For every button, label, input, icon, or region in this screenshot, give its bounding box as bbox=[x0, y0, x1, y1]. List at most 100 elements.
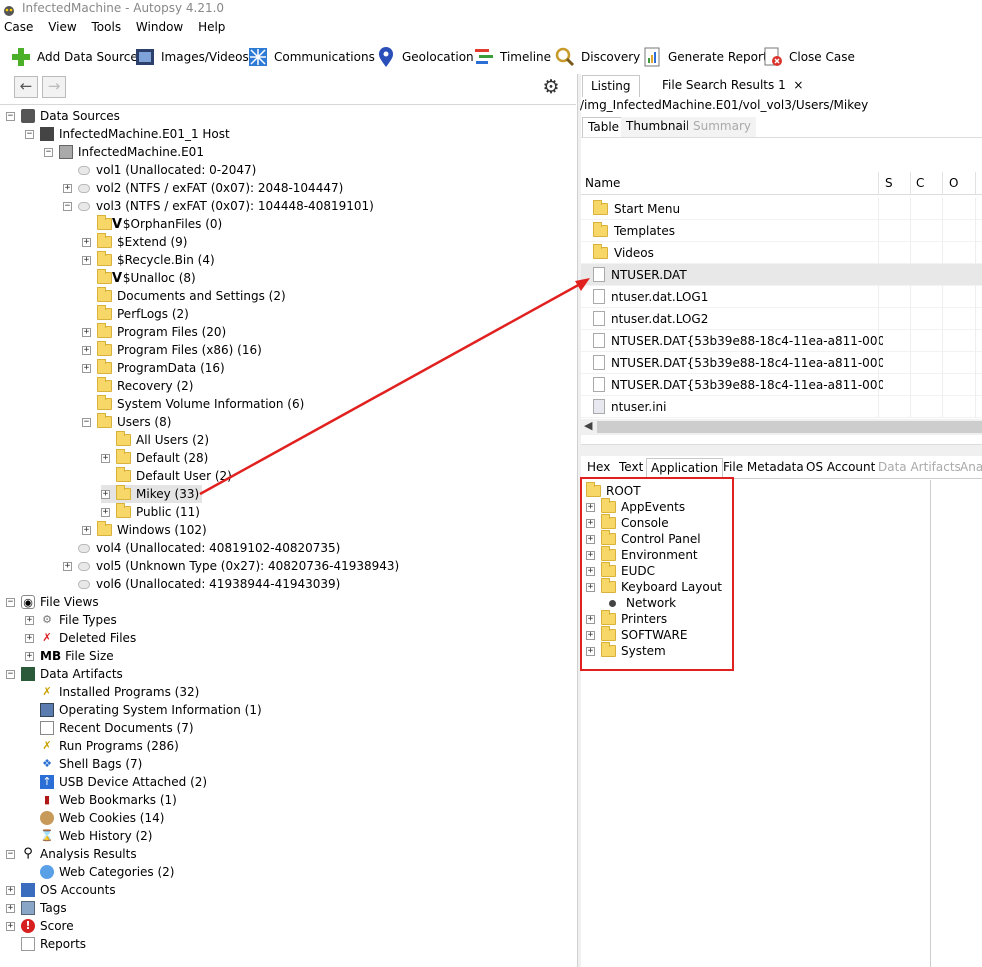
tree-vol6[interactable]: vol6 (Unallocated: 41938944-41943039) bbox=[63, 575, 340, 593]
table-row[interactable]: NTUSER.DAT{53b39e88-18c4-11ea-a811-000d3… bbox=[581, 374, 982, 396]
tree-file-views[interactable]: − ◉ File Views bbox=[6, 593, 99, 611]
tree-os-information[interactable]: Operating System Information (1) bbox=[25, 701, 262, 719]
expand-icon[interactable]: + bbox=[82, 345, 91, 355]
expand-icon[interactable]: + bbox=[6, 921, 15, 931]
expand-icon[interactable]: + bbox=[82, 363, 91, 373]
tree-recent-documents[interactable]: Recent Documents (7) bbox=[25, 719, 194, 737]
forward-arrow-icon[interactable]: → bbox=[42, 76, 66, 98]
tab-summary[interactable]: Summary bbox=[688, 117, 756, 137]
communications-button[interactable]: Communications bbox=[247, 44, 375, 70]
close-icon[interactable]: × bbox=[793, 78, 803, 92]
expand-icon[interactable]: + bbox=[25, 651, 34, 661]
collapse-icon[interactable]: − bbox=[6, 669, 15, 679]
tree-mikey[interactable]: + Mikey (33) bbox=[101, 485, 203, 503]
menu-help[interactable]: Help bbox=[198, 20, 225, 34]
expand-icon[interactable]: + bbox=[25, 633, 34, 643]
tab-data-artifacts[interactable]: Data Artifacts bbox=[874, 458, 965, 478]
table-row[interactable]: NTUSER.DAT{53b39e88-18c4-11ea-a811-000d3… bbox=[581, 352, 982, 374]
expand-icon[interactable]: + bbox=[82, 237, 91, 247]
expand-icon[interactable]: + bbox=[25, 615, 34, 625]
tree-image[interactable]: − InfectedMachine.E01 bbox=[44, 143, 204, 161]
collapse-icon[interactable]: − bbox=[6, 597, 15, 607]
collapse-icon[interactable]: − bbox=[63, 201, 72, 211]
tree-default-user[interactable]: Default User (2) bbox=[101, 467, 232, 485]
expand-icon[interactable]: + bbox=[101, 453, 110, 463]
tree-recovery[interactable]: Recovery (2) bbox=[82, 377, 193, 395]
geolocation-button[interactable]: Geolocation bbox=[375, 44, 474, 70]
tree-file-types[interactable]: + ⚙ File Types bbox=[25, 611, 117, 629]
column-s[interactable]: S bbox=[885, 176, 893, 190]
table-row[interactable]: Videos bbox=[581, 242, 982, 264]
tree-web-cookies[interactable]: Web Cookies (14) bbox=[25, 809, 164, 827]
tree-analysis-results[interactable]: − ⚲ Analysis Results bbox=[6, 845, 137, 863]
tree-documents-and-settings[interactable]: Documents and Settings (2) bbox=[82, 287, 286, 305]
column-name[interactable]: Name bbox=[585, 176, 620, 190]
close-case-button[interactable]: Close Case bbox=[762, 44, 855, 70]
expand-icon[interactable]: + bbox=[82, 255, 91, 265]
timeline-button[interactable]: Timeline bbox=[473, 44, 551, 70]
tab-text[interactable]: Text bbox=[615, 458, 647, 478]
gear-icon[interactable]: ⚙ bbox=[540, 77, 562, 99]
expand-icon[interactable]: + bbox=[101, 489, 110, 499]
expand-icon[interactable]: + bbox=[63, 183, 72, 193]
collapse-icon[interactable]: − bbox=[6, 111, 15, 121]
tree-public[interactable]: + Public (11) bbox=[101, 503, 200, 521]
menu-window[interactable]: Window bbox=[136, 20, 183, 34]
expand-icon[interactable]: + bbox=[63, 561, 72, 571]
tree-vol3[interactable]: − vol3 (NTFS / exFAT (0x07): 104448-40819… bbox=[63, 197, 374, 215]
tree-program-files[interactable]: + Program Files (20) bbox=[82, 323, 226, 341]
tab-os-account[interactable]: OS Account bbox=[802, 458, 879, 478]
tab-application[interactable]: Application bbox=[646, 458, 724, 478]
tree-data-artifacts[interactable]: − Data Artifacts bbox=[6, 665, 123, 683]
tree-reports[interactable]: Reports bbox=[6, 935, 86, 953]
tree-usb-device[interactable]: ↑ USB Device Attached (2) bbox=[25, 773, 207, 791]
column-o[interactable]: O bbox=[949, 176, 958, 190]
tab-analysis[interactable]: Ana bbox=[956, 458, 982, 478]
tree-file-size[interactable]: + MB File Size bbox=[25, 647, 114, 665]
tree-vol5[interactable]: + vol5 (Unknown Type (0x27): 40820736-419… bbox=[63, 557, 399, 575]
registry-splitter[interactable] bbox=[930, 480, 936, 967]
scroll-left-icon[interactable]: ◀ bbox=[584, 419, 592, 432]
tree-vol2[interactable]: + vol2 (NTFS / exFAT (0x07): 2048-104447) bbox=[63, 179, 343, 197]
column-c[interactable]: C bbox=[916, 176, 924, 190]
tree-data-sources[interactable]: − Data Sources bbox=[6, 107, 120, 125]
discovery-button[interactable]: Discovery bbox=[554, 44, 640, 70]
expand-icon[interactable]: + bbox=[82, 327, 91, 337]
scrollbar-thumb[interactable] bbox=[597, 421, 982, 433]
tab-listing[interactable]: Listing bbox=[582, 75, 640, 97]
tab-thumbnail[interactable]: Thumbnail bbox=[621, 117, 695, 137]
expand-icon[interactable]: + bbox=[6, 885, 15, 895]
menu-view[interactable]: View bbox=[48, 20, 76, 34]
collapse-icon[interactable]: − bbox=[6, 849, 15, 859]
add-data-source-button[interactable]: Add Data Source bbox=[10, 44, 138, 70]
tree-all-users[interactable]: All Users (2) bbox=[101, 431, 209, 449]
tree-programdata[interactable]: + ProgramData (16) bbox=[82, 359, 225, 377]
table-row[interactable]: ntuser.dat.LOG1 bbox=[581, 286, 982, 308]
menu-tools[interactable]: Tools bbox=[92, 20, 122, 34]
tree-unalloc[interactable]: V $Unalloc (8) bbox=[82, 269, 196, 287]
tree-program-files-x86[interactable]: + Program Files (x86) (16) bbox=[82, 341, 262, 359]
tree-host[interactable]: − InfectedMachine.E01_1 Host bbox=[25, 125, 230, 143]
tree-score[interactable]: +! Score bbox=[6, 917, 74, 935]
tree-system-volume-information[interactable]: System Volume Information (6) bbox=[82, 395, 304, 413]
tree-extend[interactable]: + $Extend (9) bbox=[82, 233, 187, 251]
tree-recycle-bin[interactable]: + $Recycle.Bin (4) bbox=[82, 251, 215, 269]
table-row-selected[interactable]: NTUSER.DAT bbox=[581, 264, 982, 286]
tree-vol1[interactable]: vol1 (Unallocated: 0-2047) bbox=[63, 161, 256, 179]
table-row[interactable]: Start Menu bbox=[581, 198, 982, 220]
tree-users[interactable]: − Users (8) bbox=[82, 413, 171, 431]
tab-file-search-results[interactable]: File Search Results 1 × bbox=[654, 75, 811, 97]
tree-shell-bags[interactable]: ❖ Shell Bags (7) bbox=[25, 755, 142, 773]
tree-windows[interactable]: + Windows (102) bbox=[82, 521, 207, 539]
tree-perflogs[interactable]: PerfLogs (2) bbox=[82, 305, 189, 323]
tree-web-bookmarks[interactable]: ▮ Web Bookmarks (1) bbox=[25, 791, 177, 809]
tree-os-accounts[interactable]: + OS Accounts bbox=[6, 881, 116, 899]
table-row[interactable]: Templates bbox=[581, 220, 982, 242]
expand-icon[interactable]: + bbox=[82, 525, 91, 535]
tree-run-programs[interactable]: ✗ Run Programs (286) bbox=[25, 737, 178, 755]
images-videos-button[interactable]: Images/Videos bbox=[134, 44, 249, 70]
generate-report-button[interactable]: Generate Report bbox=[641, 44, 768, 70]
tab-table[interactable]: Table bbox=[582, 117, 626, 137]
table-row[interactable]: NTUSER.DAT{53b39e88-18c4-11ea-a811-000d3… bbox=[581, 330, 982, 352]
tree-installed-programs[interactable]: ✗ Installed Programs (32) bbox=[25, 683, 199, 701]
